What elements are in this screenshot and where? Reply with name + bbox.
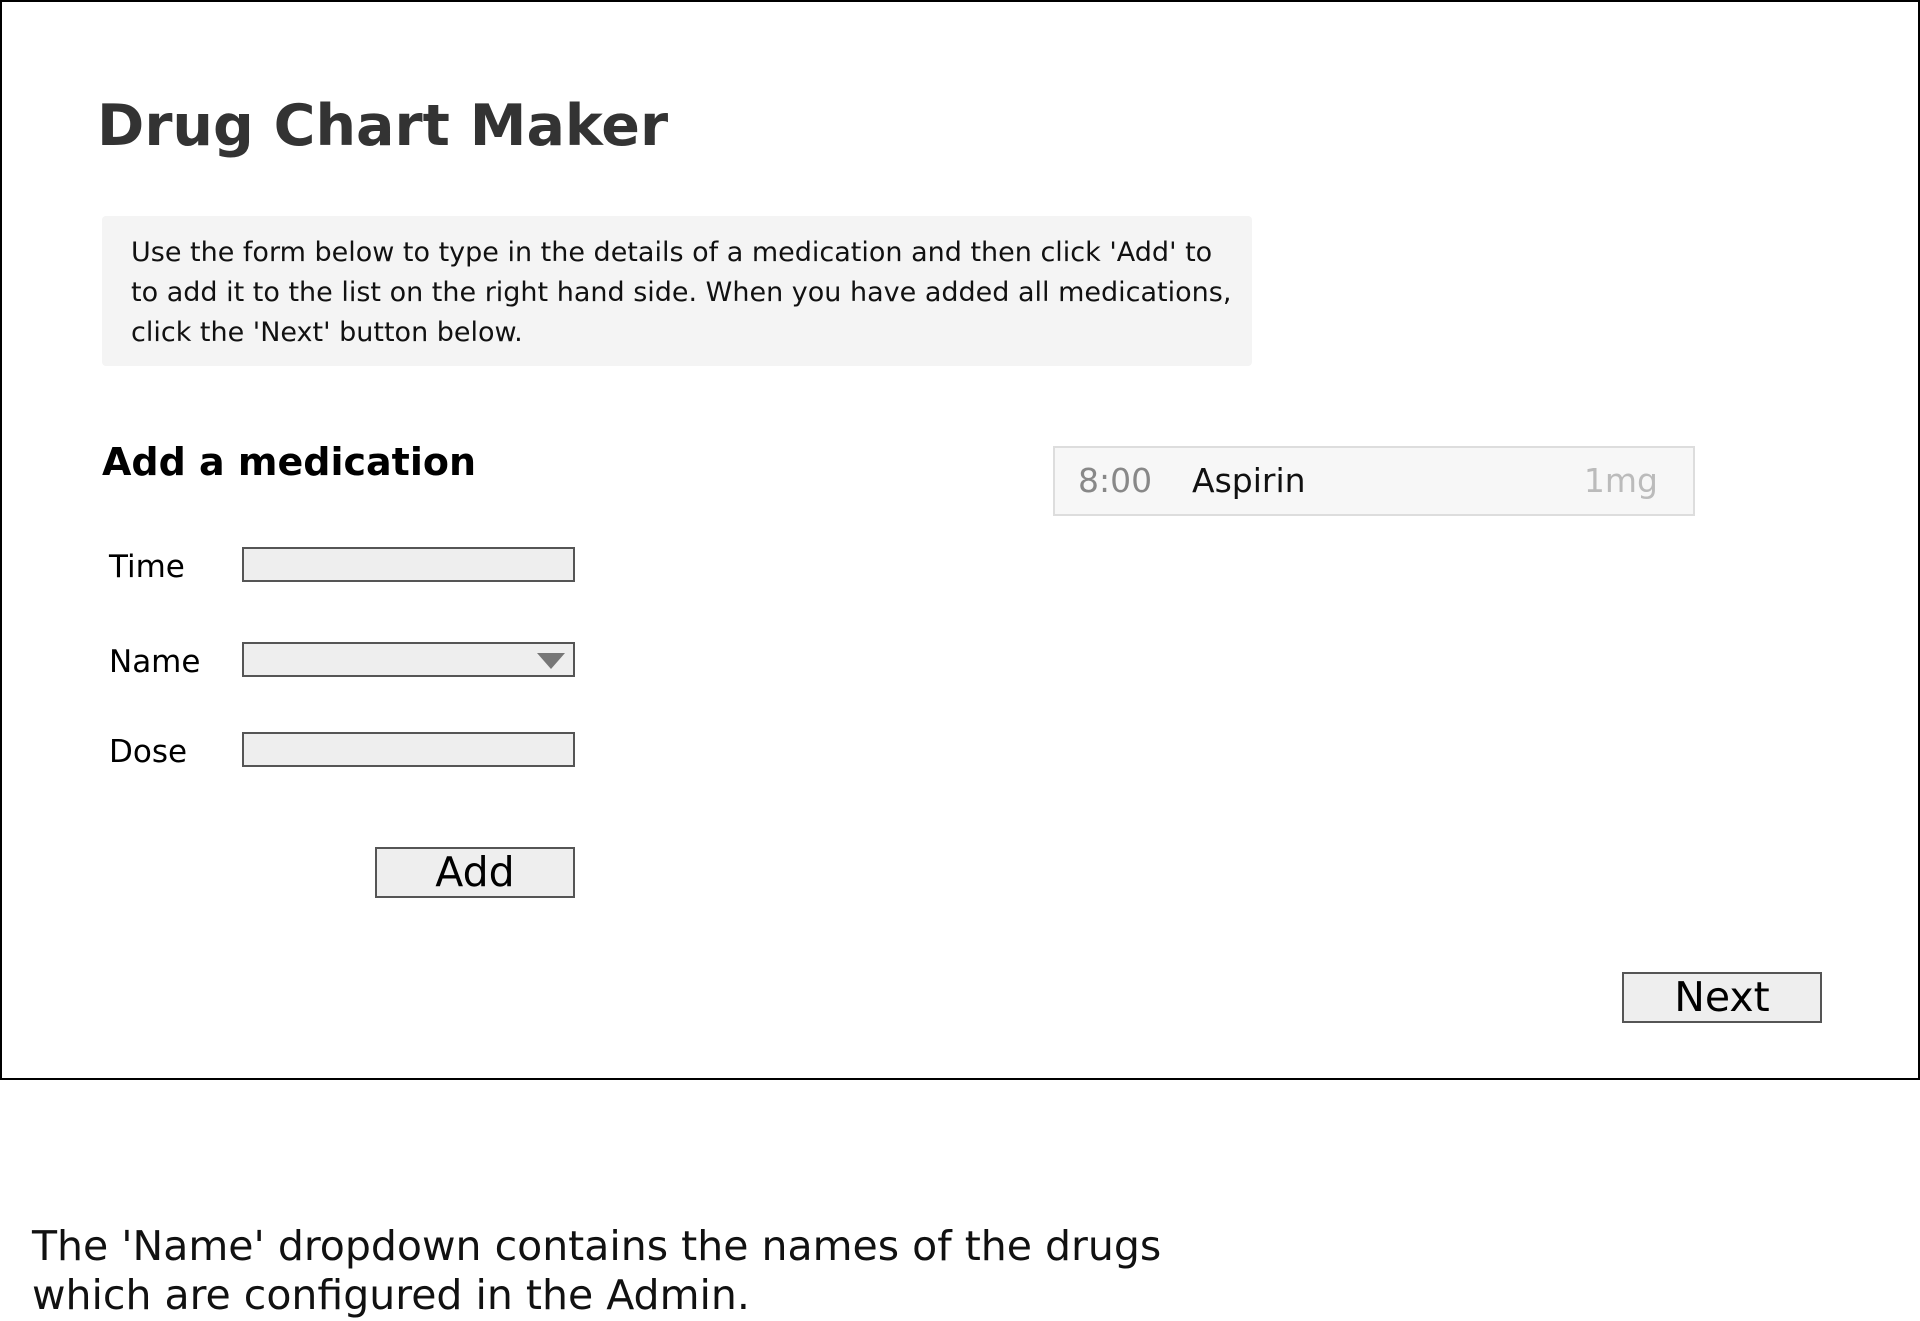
add-button[interactable]: Add xyxy=(375,847,575,898)
annotation-note-line: The 'Name' dropdown contains the names o… xyxy=(32,1222,1162,1270)
instructions-panel: Use the form below to type in the detail… xyxy=(102,216,1252,366)
annotation-note-line: which are configured in the Admin. xyxy=(32,1271,750,1319)
instructions-line: Use the form below to type in the detail… xyxy=(131,237,1213,268)
name-dropdown[interactable] xyxy=(242,642,575,677)
dose-label: Dose xyxy=(109,734,188,770)
time-input[interactable] xyxy=(242,547,575,582)
page-title: Drug Chart Maker xyxy=(97,93,669,159)
annotation-note: The 'Name' dropdown contains the names o… xyxy=(32,1222,1161,1320)
time-label: Time xyxy=(109,549,185,585)
medication-list-item[interactable]: 8:00 Aspirin 1mg xyxy=(1053,446,1695,516)
name-label: Name xyxy=(109,644,201,680)
instructions-line: click the 'Next' button below. xyxy=(131,317,523,348)
dose-input[interactable] xyxy=(242,732,575,767)
medication-name: Aspirin xyxy=(1192,461,1306,500)
app-window: Drug Chart Maker Use the form below to t… xyxy=(0,0,1920,1080)
chevron-down-icon[interactable] xyxy=(537,653,565,669)
instructions-line: to add it to the list on the right hand … xyxy=(131,277,1232,308)
medication-dose: 1mg xyxy=(1583,461,1658,500)
next-button[interactable]: Next xyxy=(1622,972,1822,1023)
add-medication-heading: Add a medication xyxy=(102,440,477,484)
medication-time: 8:00 xyxy=(1078,461,1153,500)
